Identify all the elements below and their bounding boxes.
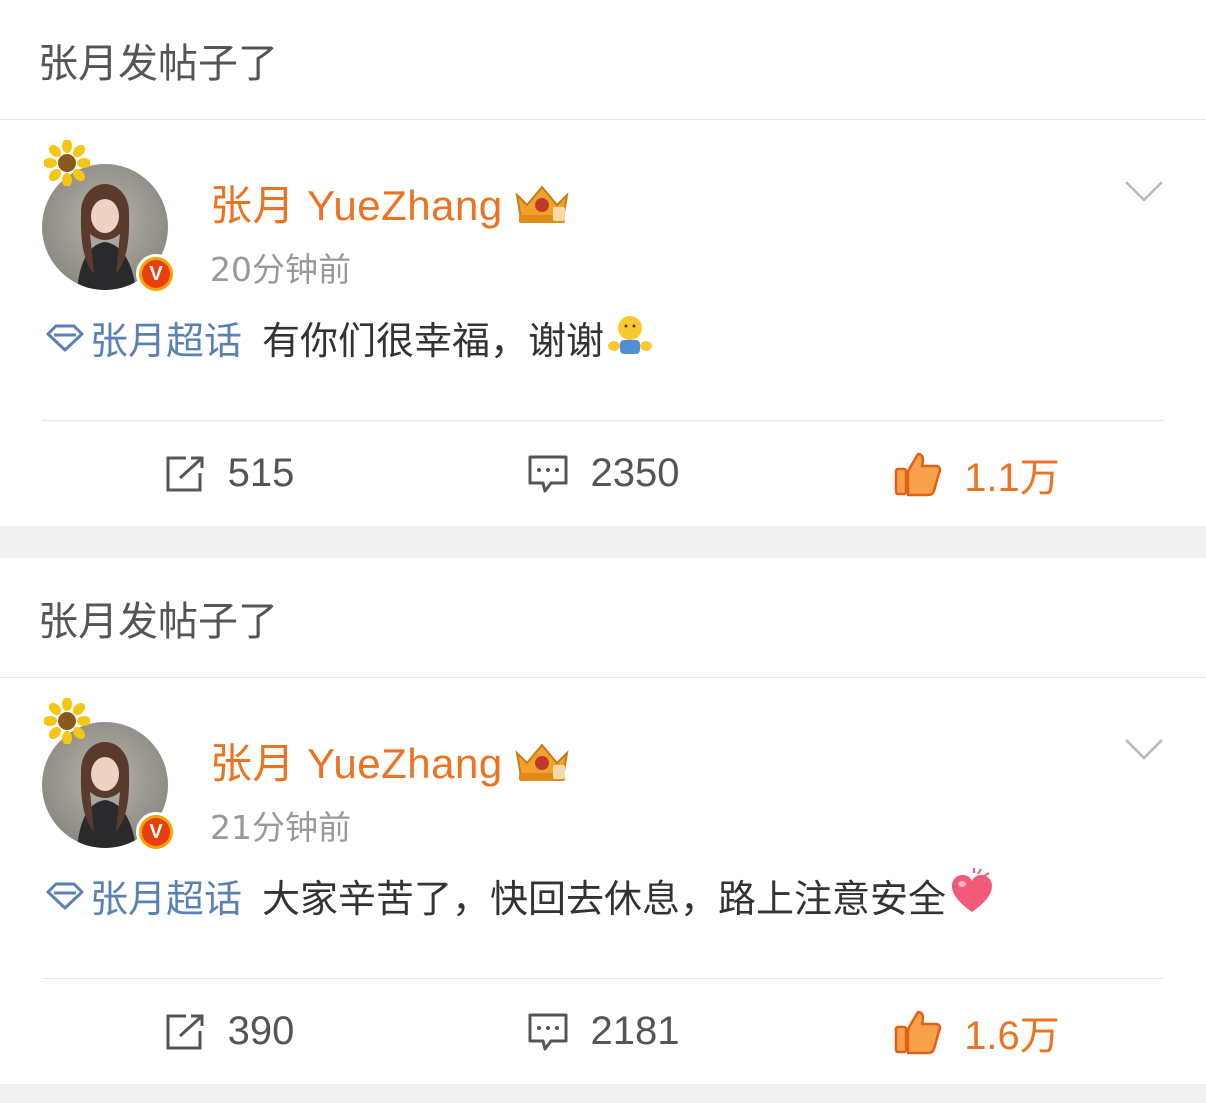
verified-badge-icon: V bbox=[136, 812, 176, 852]
chevron-down-icon[interactable] bbox=[1124, 178, 1164, 204]
post-content: 张月超话 大家辛苦了，快回去休息，路上注意安全 bbox=[42, 856, 1164, 978]
supertopic-link[interactable]: 张月超话 bbox=[42, 868, 242, 923]
avatar[interactable]: V bbox=[42, 140, 176, 294]
author-name[interactable]: 张月 YueZhang bbox=[210, 172, 503, 233]
card-header: 张月发帖子了 bbox=[0, 558, 1206, 678]
author-name[interactable]: 张月 YueZhang bbox=[210, 730, 503, 791]
verified-badge-icon: V bbox=[136, 254, 176, 294]
share-icon bbox=[166, 456, 204, 491]
like-count: 1.1万 bbox=[964, 455, 1060, 500]
hug-emoji-icon bbox=[608, 316, 653, 354]
heart-emoji-icon bbox=[952, 868, 993, 912]
like-button[interactable]: 1.6万 bbox=[790, 1003, 1164, 1061]
post-text: 有你们很幸福，谢谢 bbox=[262, 319, 605, 363]
diamond-icon bbox=[46, 882, 84, 909]
like-button[interactable]: 1.1万 bbox=[790, 445, 1164, 503]
repost-count: 515 bbox=[227, 451, 295, 495]
comment-icon bbox=[528, 455, 567, 492]
card-header: 张月发帖子了 bbox=[0, 0, 1206, 120]
action-bar: 515 2350 1.1万 bbox=[42, 420, 1164, 526]
chevron-down-icon[interactable] bbox=[1124, 736, 1164, 762]
supertopic-link[interactable]: 张月超话 bbox=[42, 310, 242, 365]
post-content: 张月超话 有你们很幸福，谢谢 bbox=[42, 298, 1164, 420]
post-body: V 张月 YueZhang 21分钟前 张月超话 大家辛苦了，快回去休息，路上注… bbox=[0, 678, 1206, 1084]
name-line: 张月 YueZhang bbox=[210, 172, 575, 233]
sunflower-icon bbox=[44, 698, 90, 744]
comment-icon bbox=[528, 1013, 567, 1050]
post-text: 大家辛苦了，快回去休息，路上注意安全 bbox=[262, 877, 947, 921]
comment-count: 2181 bbox=[590, 1009, 680, 1053]
supertopic-label: 张月超话 bbox=[90, 877, 243, 921]
author-row: V 张月 YueZhang 20分钟前 bbox=[42, 120, 1164, 298]
comment-count: 2350 bbox=[590, 451, 680, 495]
post-time: 20分钟前 bbox=[210, 250, 351, 289]
repost-button[interactable]: 515 bbox=[42, 451, 416, 496]
post-card: 张月发帖子了 bbox=[0, 0, 1206, 526]
author-info: 张月 YueZhang 21分钟前 bbox=[210, 730, 575, 849]
post-body: V 张月 YueZhang 20分钟前 张月超话 有你们很幸福，谢谢 515 2… bbox=[0, 120, 1206, 526]
post-card: 张月发帖子了 bbox=[0, 558, 1206, 1084]
crown-badge-icon bbox=[515, 742, 569, 781]
sunflower-icon bbox=[44, 140, 90, 186]
feed: 张月发帖子了 V 张月 YueZhang 20分钟前 张月超话 有你们很幸福，谢… bbox=[0, 0, 1206, 1084]
repost-button[interactable]: 390 bbox=[42, 1009, 416, 1054]
share-icon bbox=[166, 1014, 204, 1049]
crown-badge-icon bbox=[515, 184, 569, 223]
action-bar: 390 2181 1.6万 bbox=[42, 978, 1164, 1084]
thumbs-up-icon bbox=[894, 1010, 942, 1054]
comment-button[interactable]: 2181 bbox=[416, 1009, 790, 1054]
author-row: V 张月 YueZhang 21分钟前 bbox=[42, 678, 1164, 856]
comment-button[interactable]: 2350 bbox=[416, 451, 790, 496]
avatar[interactable]: V bbox=[42, 698, 176, 852]
supertopic-label: 张月超话 bbox=[90, 319, 243, 363]
name-line: 张月 YueZhang bbox=[210, 730, 575, 791]
post-time: 21分钟前 bbox=[210, 808, 351, 847]
like-count: 1.6万 bbox=[964, 1013, 1060, 1058]
thumbs-up-icon bbox=[894, 452, 942, 496]
repost-count: 390 bbox=[227, 1009, 295, 1053]
author-info: 张月 YueZhang 20分钟前 bbox=[210, 172, 575, 291]
diamond-icon bbox=[46, 324, 84, 351]
